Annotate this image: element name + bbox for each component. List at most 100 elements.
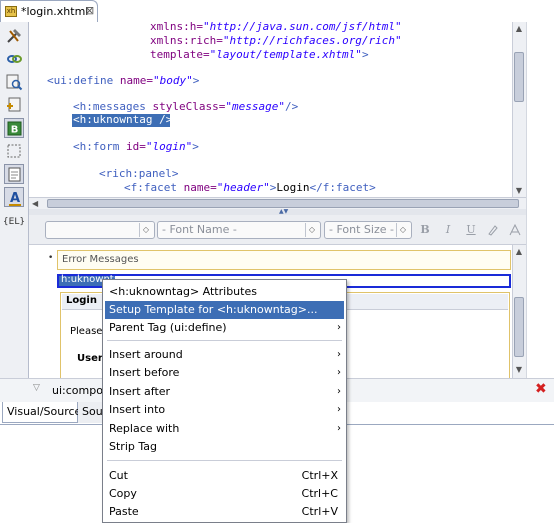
code-value: "http://java.sun.com/jsf/html" (202, 22, 402, 33)
scroll-down-icon[interactable]: ▼ (514, 186, 524, 196)
splitter-arrows-icon[interactable]: ▲▼ (279, 208, 288, 215)
close-icon[interactable]: ✖ (535, 381, 547, 397)
menu-item-attributes[interactable]: <h:uknowntag> Attributes (105, 283, 344, 301)
code-value: "message" (225, 100, 285, 113)
menu-item-label: Cut (109, 469, 128, 482)
menu-item-insert-after[interactable]: Insert after › (105, 383, 344, 401)
submenu-arrow-icon: › (337, 322, 341, 333)
code-tag: <h:messages (73, 100, 153, 113)
xhtml-file-icon: xh (5, 6, 17, 17)
code-attr: styleClass= (152, 100, 226, 113)
bundle-icon[interactable]: B (4, 118, 24, 138)
menu-item-replace-with[interactable]: Replace with › (105, 420, 344, 438)
search-page-icon[interactable] (4, 72, 24, 92)
expand-triangle-icon[interactable]: ▽ (33, 383, 40, 393)
link-icon[interactable] (4, 49, 24, 69)
shortcut-label: Ctrl+C (301, 487, 338, 500)
menu-item-cut[interactable]: Cut Ctrl+X (105, 467, 344, 485)
menu-item-parent-tag[interactable]: Parent Tag (ui:define) › (105, 319, 344, 337)
scroll-up-icon[interactable]: ▲ (514, 247, 524, 256)
svg-text:A: A (10, 191, 20, 206)
tab-source[interactable]: Sou (78, 402, 104, 423)
code-tag: <ui:define (47, 74, 120, 87)
menu-item-label: Strip Tag (109, 440, 157, 453)
tools-icon[interactable] (4, 26, 24, 46)
visual-vertical-scrollbar[interactable]: ▲ ▼ (512, 245, 526, 378)
code-value: "layout/template.xhtml" (209, 48, 362, 61)
code-attr: template= (150, 48, 210, 61)
dropdown-icon: ◇ (305, 223, 318, 237)
bullet: • (48, 253, 54, 263)
code-attr: name= (183, 181, 217, 194)
bold-button[interactable]: B (418, 223, 432, 237)
tab-visual-source[interactable]: Visual/Source (2, 402, 81, 423)
scroll-left-icon[interactable]: ◀ (32, 199, 38, 208)
menu-item-insert-before[interactable]: Insert before › (105, 364, 344, 382)
menu-item-insert-around[interactable]: Insert around › (105, 346, 344, 364)
style-combo[interactable]: ◇ (45, 221, 155, 239)
svg-text:B: B (11, 125, 19, 136)
code-value: "header" (216, 181, 270, 194)
code-tag: > (361, 48, 369, 61)
menu-item-paste[interactable]: Paste Ctrl+V (105, 503, 344, 521)
code-tag: > (192, 140, 199, 153)
menu-separator (107, 340, 342, 341)
menu-item-label: Insert around (109, 348, 183, 361)
overview-ruler (526, 22, 554, 400)
error-messages-box[interactable]: Error Messages (57, 250, 511, 270)
menu-item-copy[interactable]: Copy Ctrl+C (105, 485, 344, 503)
font-name-combo[interactable]: - Font Name - ◇ (157, 221, 321, 239)
h-scroll-thumb[interactable] (47, 199, 519, 208)
menu-item-label: Replace with (109, 422, 180, 435)
font-size-combo[interactable]: - Font Size - ◇ (324, 221, 412, 239)
code-attr: id= (125, 140, 146, 153)
text-format-icon[interactable]: A (4, 187, 24, 207)
selected-code-tag[interactable]: <h:uknowntag /> (73, 113, 172, 127)
code-attr: xmlns:h= (150, 22, 203, 33)
editor-tab-login-xhtml[interactable]: xh *login.xhtml ⊠ (0, 0, 98, 22)
highlight-color-icon[interactable] (486, 223, 500, 237)
submenu-arrow-icon: › (337, 404, 341, 415)
format-toolbar: ◇ - Font Name - ◇ - Font Size - ◇ B I U (29, 215, 526, 245)
scroll-down-icon[interactable]: ▼ (514, 365, 524, 374)
error-messages-label: Error Messages (62, 254, 139, 265)
visual-page-icon[interactable] (4, 164, 24, 184)
svg-text:{EL}: {EL} (4, 217, 24, 227)
menu-item-label: <h:uknowntag> Attributes (109, 285, 257, 298)
code-tag: > (192, 74, 200, 87)
submenu-arrow-icon: › (337, 423, 341, 434)
code-attr: xmlns:rich= (150, 34, 223, 47)
dropdown-icon: ◇ (396, 223, 409, 237)
close-tab-icon[interactable]: ⊠ (85, 4, 94, 17)
menu-item-setup-template[interactable]: Setup Template for <h:uknowntag>... (105, 301, 344, 319)
text-color-icon[interactable] (508, 223, 522, 237)
submenu-arrow-icon: › (337, 386, 341, 397)
scroll-up-icon[interactable]: ▲ (514, 24, 524, 34)
menu-item-label: Setup Template for <h:uknowntag>... (109, 303, 318, 316)
selection-frame-icon[interactable] (4, 141, 24, 161)
page-add-icon[interactable] (4, 95, 24, 115)
source-editor[interactable]: xmlns:h="http://java.sun.com/jsf/html" x… (29, 22, 525, 198)
scroll-thumb[interactable] (514, 52, 524, 102)
menu-item-insert-into[interactable]: Insert into › (105, 401, 344, 419)
dropdown-icon: ◇ (139, 223, 152, 237)
menu-item-label: Insert into (109, 403, 166, 416)
source-vertical-scrollbar[interactable]: ▲ ▼ (512, 22, 526, 208)
code-tag: <rich:panel> (99, 167, 179, 180)
menu-item-label: Paste (109, 505, 139, 518)
code-value: "body" (152, 74, 193, 87)
shortcut-label: Ctrl+V (301, 505, 338, 518)
menu-item-strip-tag[interactable]: Strip Tag (105, 438, 344, 456)
underline-button[interactable]: U (464, 223, 478, 237)
submenu-arrow-icon: › (337, 349, 341, 360)
italic-button[interactable]: I (441, 223, 455, 237)
code-attr: name= (119, 74, 153, 87)
code-text: Login (276, 181, 310, 194)
composition-label: ui:compos (52, 384, 109, 397)
menu-item-label: Parent Tag (ui:define) (109, 321, 227, 334)
scroll-thumb[interactable] (514, 297, 524, 357)
palette-sidebar: B A {EL} (0, 22, 29, 400)
expression-icon[interactable]: {EL} (4, 210, 24, 230)
code-value: "http://richfaces.org/rich" (222, 34, 402, 47)
code-tag: <f:facet (124, 181, 184, 194)
